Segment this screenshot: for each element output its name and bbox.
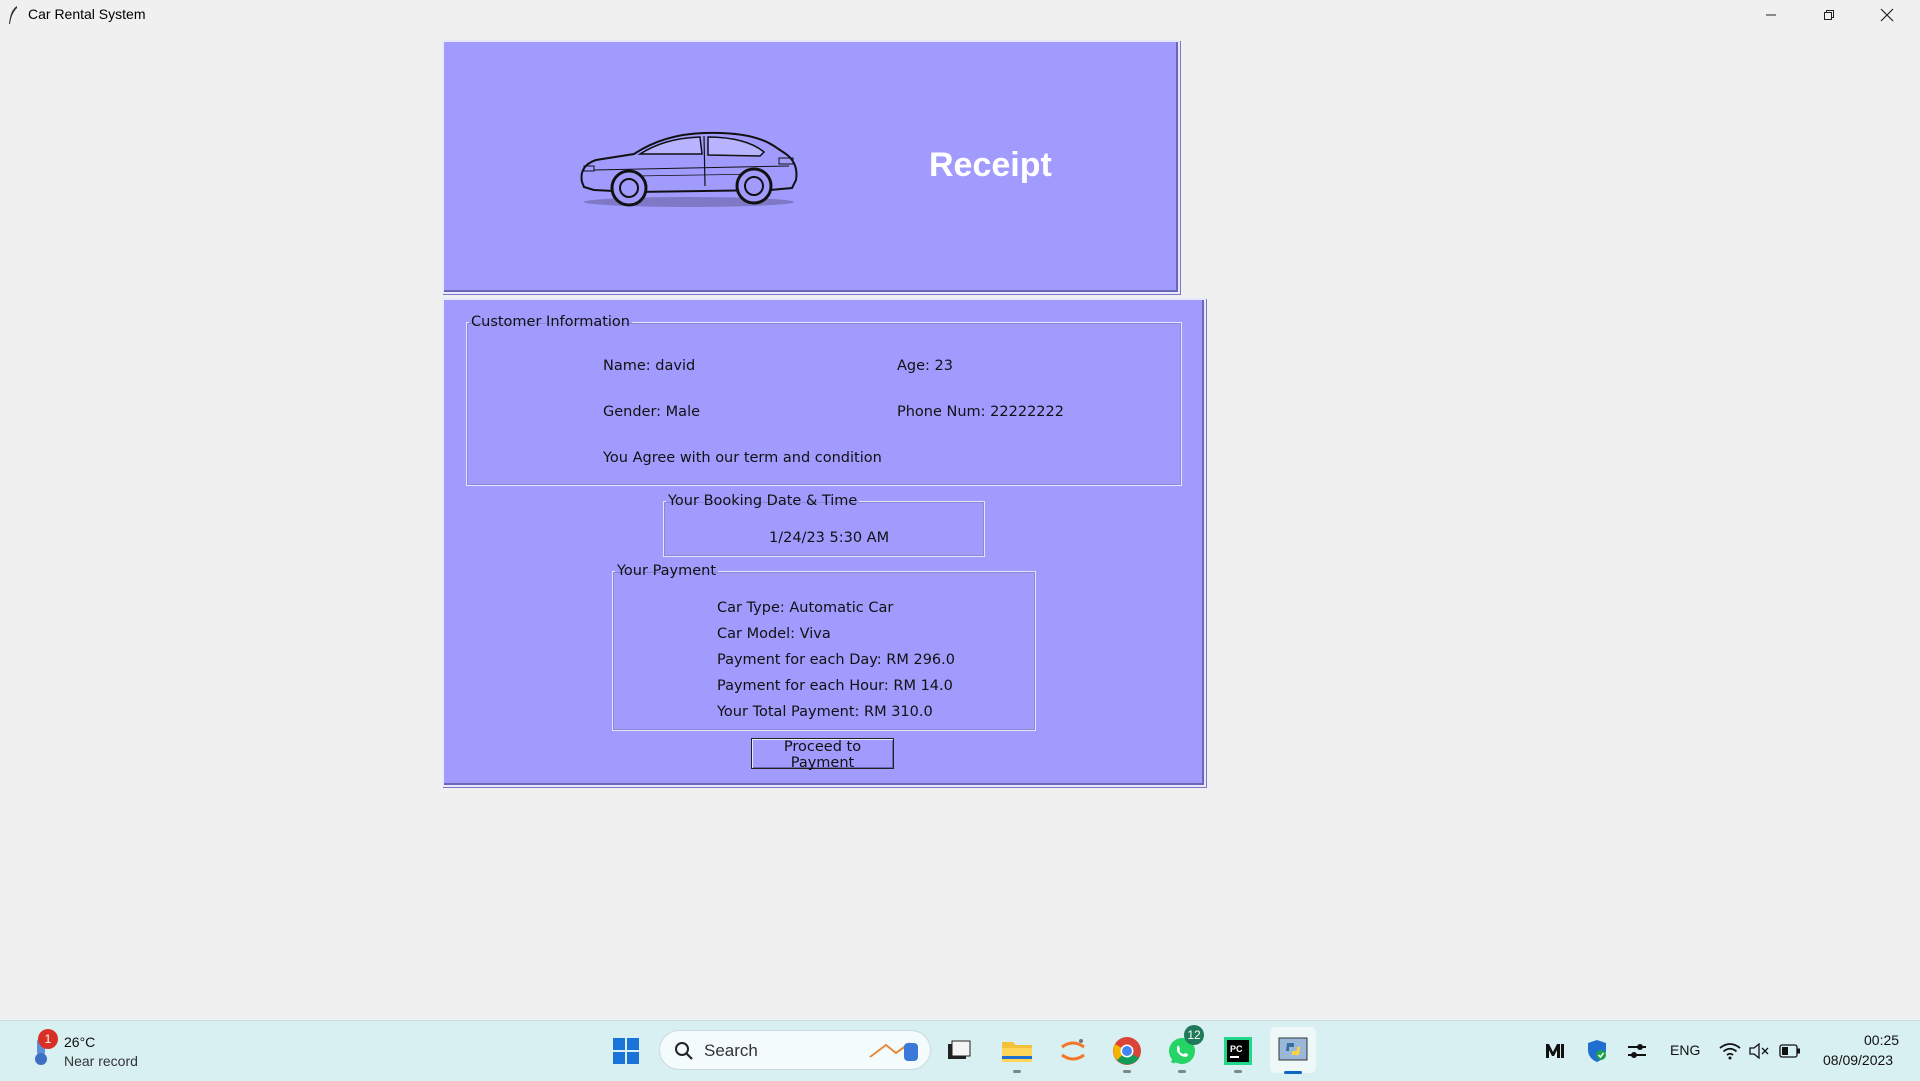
chrome-running-indicator	[1123, 1070, 1131, 1073]
battery-button[interactable]	[1776, 1035, 1804, 1067]
start-button[interactable]	[610, 1035, 642, 1067]
receipt-title: Receipt	[929, 146, 1052, 184]
search-highlight-icon	[869, 1042, 918, 1061]
shield-icon	[1588, 1040, 1606, 1062]
window-title: Car Rental System	[28, 6, 146, 22]
receipt-body-panel: Customer Information Name: david Age: 23…	[442, 298, 1206, 787]
weather-widget[interactable]: 1 26°C Near record	[24, 1029, 154, 1073]
file-explorer-button[interactable]	[1001, 1035, 1033, 1073]
windows-taskbar: 1 26°C Near record Search 12 PC ENG 00:2…	[0, 1020, 1920, 1081]
whatsapp-unread-badge: 12	[1184, 1025, 1204, 1045]
search-icon	[675, 1042, 693, 1060]
payment-per-day: Payment for each Day: RM 296.0	[717, 652, 955, 668]
restore-button[interactable]	[1800, 0, 1858, 29]
minimize-icon	[1766, 14, 1776, 15]
python-window-icon	[1278, 1037, 1308, 1061]
task-view-button[interactable]	[943, 1035, 975, 1067]
volume-muted-icon	[1749, 1043, 1769, 1059]
sliders-icon	[1628, 1044, 1646, 1058]
whatsapp-running-indicator	[1178, 1070, 1186, 1073]
wifi-icon	[1719, 1043, 1741, 1060]
wifi-button[interactable]	[1716, 1035, 1744, 1067]
tray-app-button[interactable]	[1540, 1035, 1570, 1067]
customer-info-legend: Customer Information	[471, 314, 630, 330]
jupyter-button[interactable]	[1057, 1035, 1089, 1067]
payment-total: Your Total Payment: RM 310.0	[717, 704, 933, 720]
booking-legend: Your Booking Date & Time	[668, 493, 858, 509]
car-illustration-icon	[580, 131, 798, 207]
customer-gender: Gender: Male	[603, 404, 701, 420]
jupyter-icon	[1061, 1039, 1085, 1061]
receipt-header-panel: Receipt	[442, 40, 1180, 294]
explorer-running-indicator	[1013, 1070, 1021, 1073]
language-indicator[interactable]: ENG	[1670, 1042, 1700, 1058]
booking-datetime-value: 1/24/23 5:30 AM	[769, 530, 890, 546]
pycharm-icon: PC	[1224, 1037, 1252, 1065]
title-bar: Car Rental System	[0, 0, 1920, 29]
security-button[interactable]	[1582, 1035, 1612, 1067]
customer-name: Name: david	[603, 358, 696, 374]
task-view-icon	[948, 1040, 971, 1059]
search-label: Search	[704, 1041, 758, 1060]
close-icon	[1880, 8, 1894, 21]
restore-icon	[1824, 9, 1834, 20]
taskbar-search[interactable]: Search	[659, 1030, 931, 1070]
python-app-button[interactable]	[1270, 1027, 1316, 1074]
volume-button[interactable]	[1746, 1035, 1772, 1067]
pycharm-button[interactable]: PC	[1222, 1035, 1254, 1073]
pycharm-running-indicator	[1234, 1070, 1242, 1073]
weather-alert-badge: 1	[38, 1029, 58, 1049]
close-button[interactable]	[1858, 0, 1916, 29]
settings-toggle-button[interactable]	[1622, 1035, 1652, 1067]
chrome-button[interactable]	[1111, 1035, 1143, 1073]
proceed-to-payment-button[interactable]: Proceed to Payment	[751, 738, 894, 771]
python-active-indicator	[1284, 1071, 1302, 1074]
folder-icon	[1002, 1042, 1032, 1062]
tk-feather-icon	[9, 6, 17, 24]
minimize-button[interactable]	[1742, 0, 1800, 29]
payment-per-hour: Payment for each Hour: RM 14.0	[717, 678, 953, 694]
whatsapp-button[interactable]: 12	[1166, 1025, 1204, 1073]
clock-time[interactable]: 00:25	[1864, 1032, 1899, 1048]
weather-temp: 26°C	[64, 1034, 96, 1050]
customer-age: Age: 23	[897, 358, 953, 374]
weather-desc: Near record	[64, 1053, 138, 1069]
payment-car-type: Car Type: Automatic Car	[717, 600, 894, 616]
tray-app-icon	[1546, 1044, 1564, 1058]
chrome-icon	[1113, 1037, 1141, 1065]
customer-phone: Phone Num: 22222222	[897, 404, 1064, 420]
payment-legend: Your Payment	[617, 563, 717, 579]
payment-car-model: Car Model: Viva	[717, 626, 831, 642]
booking-datetime-group: Your Booking Date & Time	[663, 493, 985, 557]
battery-icon	[1779, 1044, 1800, 1058]
windows-logo-icon	[613, 1038, 639, 1064]
clock-date[interactable]: 08/09/2023	[1823, 1052, 1893, 1068]
terms-agreement-text: You Agree with our term and condition	[603, 450, 882, 466]
svg-text:PC: PC	[1230, 1044, 1243, 1054]
